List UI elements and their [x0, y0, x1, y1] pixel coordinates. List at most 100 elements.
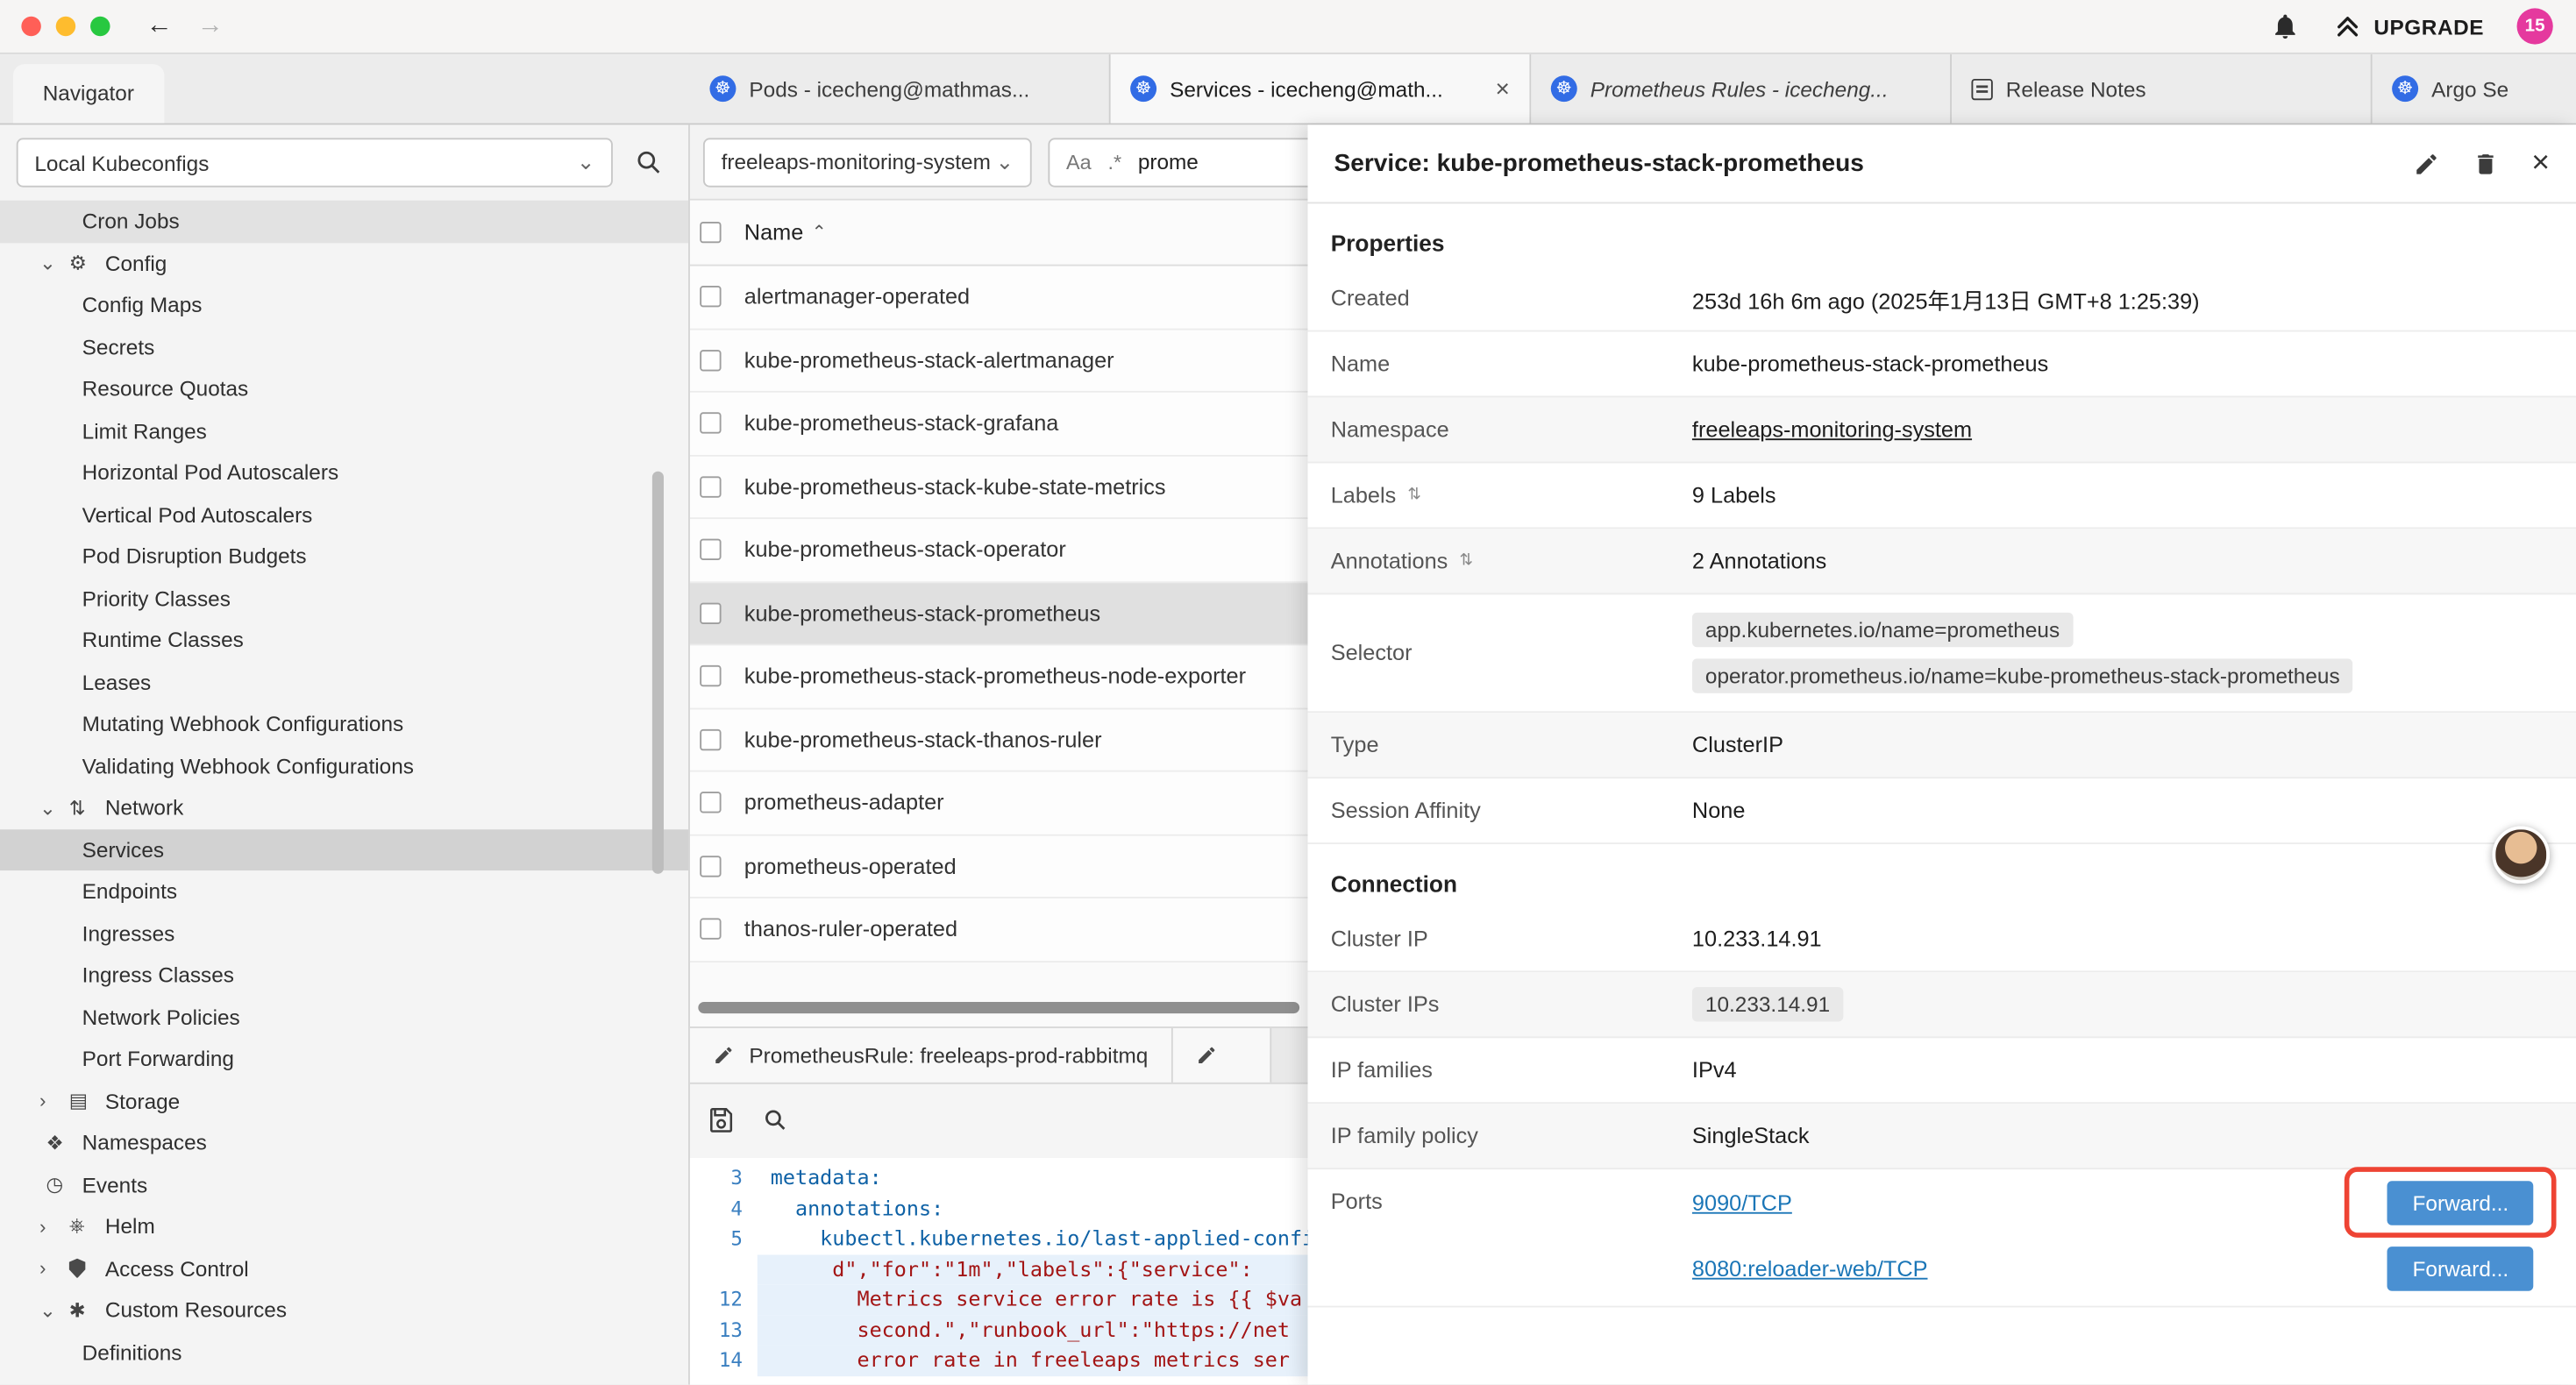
tab-label: Pods - icecheng@mathmas... [749, 76, 1029, 101]
sidebar-item-namespaces[interactable]: ❖Namespaces [0, 1122, 688, 1164]
kubeconfig-selector[interactable]: Local Kubeconfigs ⌄ [17, 138, 613, 187]
sidebar-item-port-forwarding[interactable]: Port Forwarding [0, 1038, 688, 1080]
editor-search-icon[interactable] [762, 1107, 788, 1133]
sidebar-item-config[interactable]: ⌄⚙Config [0, 242, 688, 284]
sidebar-item-label: Network [105, 795, 183, 820]
navigator-tab[interactable]: Navigator [13, 64, 164, 123]
row-checkbox[interactable] [700, 602, 721, 623]
sidebar-item-limit-ranges[interactable]: Limit Ranges [0, 409, 688, 451]
forward-button[interactable]: Forward... [2387, 1246, 2533, 1290]
navigator-sidebar: Local Kubeconfigs ⌄ Cron Jobs⌄⚙ConfigCon… [0, 124, 690, 1384]
sidebar-item-network-policies[interactable]: Network Policies [0, 996, 688, 1038]
sidebar-item-label: Validating Webhook Configurations [82, 754, 414, 778]
save-icon[interactable] [707, 1105, 737, 1135]
drawer-actions: × [2413, 148, 2550, 180]
service-name: thanos-ruler-operated [744, 917, 957, 941]
delete-icon[interactable] [2473, 150, 2499, 176]
tab-pods-icecheng-mathmas[interactable]: ☸Pods - icecheng@mathmas... [690, 54, 1111, 124]
row-checkbox[interactable] [700, 350, 721, 371]
sidebar-item-access-control[interactable]: ›Access Control [0, 1247, 688, 1289]
sidebar-item-mutating-webhook-configurations[interactable]: Mutating Webhook Configurations [0, 703, 688, 745]
sidebar-item-custom-resources[interactable]: ⌄✱Custom Resources [0, 1289, 688, 1332]
back-button[interactable]: ← [146, 11, 173, 41]
sidebar-item-ingress-classes[interactable]: Ingress Classes [0, 955, 688, 997]
close-icon[interactable]: × [2531, 148, 2550, 180]
match-case-toggle[interactable]: Aa [1066, 150, 1092, 173]
row-checkbox[interactable] [700, 539, 721, 560]
horizontal-scrollbar[interactable] [698, 1002, 1299, 1013]
column-header-name[interactable]: Name ⌃ [744, 220, 827, 245]
sort-icon[interactable]: ⇅ [1407, 487, 1421, 505]
drawer-header: Service: kube-prometheus-stack-prometheu… [1307, 124, 2576, 203]
notification-count-badge[interactable]: 15 [2517, 8, 2553, 44]
chevron-right-icon[interactable]: › [39, 1090, 69, 1112]
tab-release-notes[interactable]: Release Notes [1952, 54, 2373, 124]
chevron-right-icon[interactable]: › [39, 1257, 69, 1280]
zoom-window-button[interactable] [90, 17, 110, 36]
sidebar-item-storage[interactable]: ›▤Storage [0, 1080, 688, 1122]
drawer-body[interactable]: PropertiesCreated253d 16h 6m ago (2025年1… [1307, 203, 2576, 1384]
sidebar-item-pod-disruption-budgets[interactable]: Pod Disruption Budgets [0, 536, 688, 578]
forward-button[interactable]: Forward... [2387, 1180, 2533, 1225]
forward-button[interactable]: → [197, 11, 224, 41]
sidebar-item-validating-webhook-configurations[interactable]: Validating Webhook Configurations [0, 745, 688, 787]
minimize-window-button[interactable] [56, 17, 75, 36]
sidebar-item-label: Definitions [82, 1339, 182, 1364]
chevron-down-icon[interactable]: ⌄ [39, 796, 69, 819]
namespace-filter[interactable]: freeleaps-monitoring-system ⌄ [703, 137, 1032, 186]
tab-close-icon[interactable]: × [1496, 75, 1510, 103]
select-all-checkbox[interactable] [700, 222, 721, 243]
drawer-row-annotations: Annotations⇅2 Annotations [1307, 529, 2576, 594]
network-icon: ⇅ [69, 796, 105, 819]
row-checkbox[interactable] [700, 856, 721, 877]
chevron-down-icon[interactable]: ⌄ [39, 252, 69, 274]
regex-toggle[interactable]: .* [1107, 150, 1121, 173]
row-checkbox[interactable] [700, 665, 721, 686]
port-link[interactable]: 8080:reloader-web/TCP [1692, 1255, 1928, 1280]
user-avatar[interactable] [2492, 826, 2550, 884]
sidebar-item-priority-classes[interactable]: Priority Classes [0, 578, 688, 620]
port-link[interactable]: 9090/TCP [1692, 1190, 1792, 1215]
sidebar-item-services[interactable]: Services [0, 828, 688, 870]
lens-app: ← → UPGRADE 15 Navigator ☸Pods - icechen… [0, 0, 2576, 1385]
sidebar-search-icon[interactable] [626, 139, 672, 185]
sidebar-item-cron-jobs[interactable]: Cron Jobs [0, 201, 688, 243]
dock-tab-prometheusrule-freeleaps-prod-rabbitmq[interactable]: PrometheusRule: freeleaps-prod-rabbitmq [690, 1028, 1172, 1083]
namespace-link[interactable]: freeleaps-monitoring-system [1692, 417, 1972, 442]
sidebar-item-events[interactable]: ◷Events [0, 1164, 688, 1206]
tab-label: Argo Se [2431, 76, 2508, 101]
line-number: 4 [690, 1193, 758, 1224]
sidebar-item-config-maps[interactable]: Config Maps [0, 284, 688, 326]
row-checkbox[interactable] [700, 476, 721, 497]
chevron-down-icon[interactable]: ⌄ [39, 1299, 69, 1322]
row-checkbox[interactable] [700, 919, 721, 940]
tab-prometheus-rules-icecheng[interactable]: ☸Prometheus Rules - icecheng... [1531, 54, 1952, 124]
chevron-right-icon[interactable]: › [39, 1215, 69, 1238]
edit-icon[interactable] [2413, 150, 2439, 176]
drawer-title: Service: kube-prometheus-stack-prometheu… [1334, 150, 1863, 178]
sidebar-item-definitions[interactable]: Definitions [0, 1332, 688, 1374]
list-search-input[interactable]: Aa .* prome [1048, 137, 1352, 186]
sidebar-item-horizontal-pod-autoscalers[interactable]: Horizontal Pod Autoscalers [0, 451, 688, 494]
tab-argo-se[interactable]: ☸Argo Se [2373, 54, 2576, 124]
sidebar-item-leases[interactable]: Leases [0, 661, 688, 703]
sidebar-scrollbar[interactable] [652, 472, 664, 874]
dock-tab-partial[interactable] [1172, 1028, 1270, 1083]
row-checkbox[interactable] [700, 792, 721, 813]
sidebar-item-helm[interactable]: ›⎈Helm [0, 1205, 688, 1247]
row-checkbox[interactable] [700, 413, 721, 434]
sidebar-item-secrets[interactable]: Secrets [0, 326, 688, 368]
sort-icon[interactable]: ⇅ [1459, 552, 1473, 571]
sidebar-item-endpoints[interactable]: Endpoints [0, 870, 688, 913]
sidebar-item-resource-quotas[interactable]: Resource Quotas [0, 368, 688, 410]
sidebar-item-network[interactable]: ⌄⇅Network [0, 787, 688, 829]
notifications-bell-icon[interactable] [2270, 11, 2300, 41]
sidebar-item-runtime-classes[interactable]: Runtime Classes [0, 619, 688, 661]
tab-services-icecheng-math[interactable]: ☸Services - icecheng@math...× [1111, 54, 1532, 124]
row-checkbox[interactable] [700, 286, 721, 307]
sidebar-item-vertical-pod-autoscalers[interactable]: Vertical Pod Autoscalers [0, 494, 688, 536]
sidebar-item-ingresses[interactable]: Ingresses [0, 913, 688, 955]
upgrade-button[interactable]: UPGRADE [2332, 11, 2484, 41]
row-checkbox[interactable] [700, 728, 721, 749]
close-window-button[interactable] [21, 17, 40, 36]
